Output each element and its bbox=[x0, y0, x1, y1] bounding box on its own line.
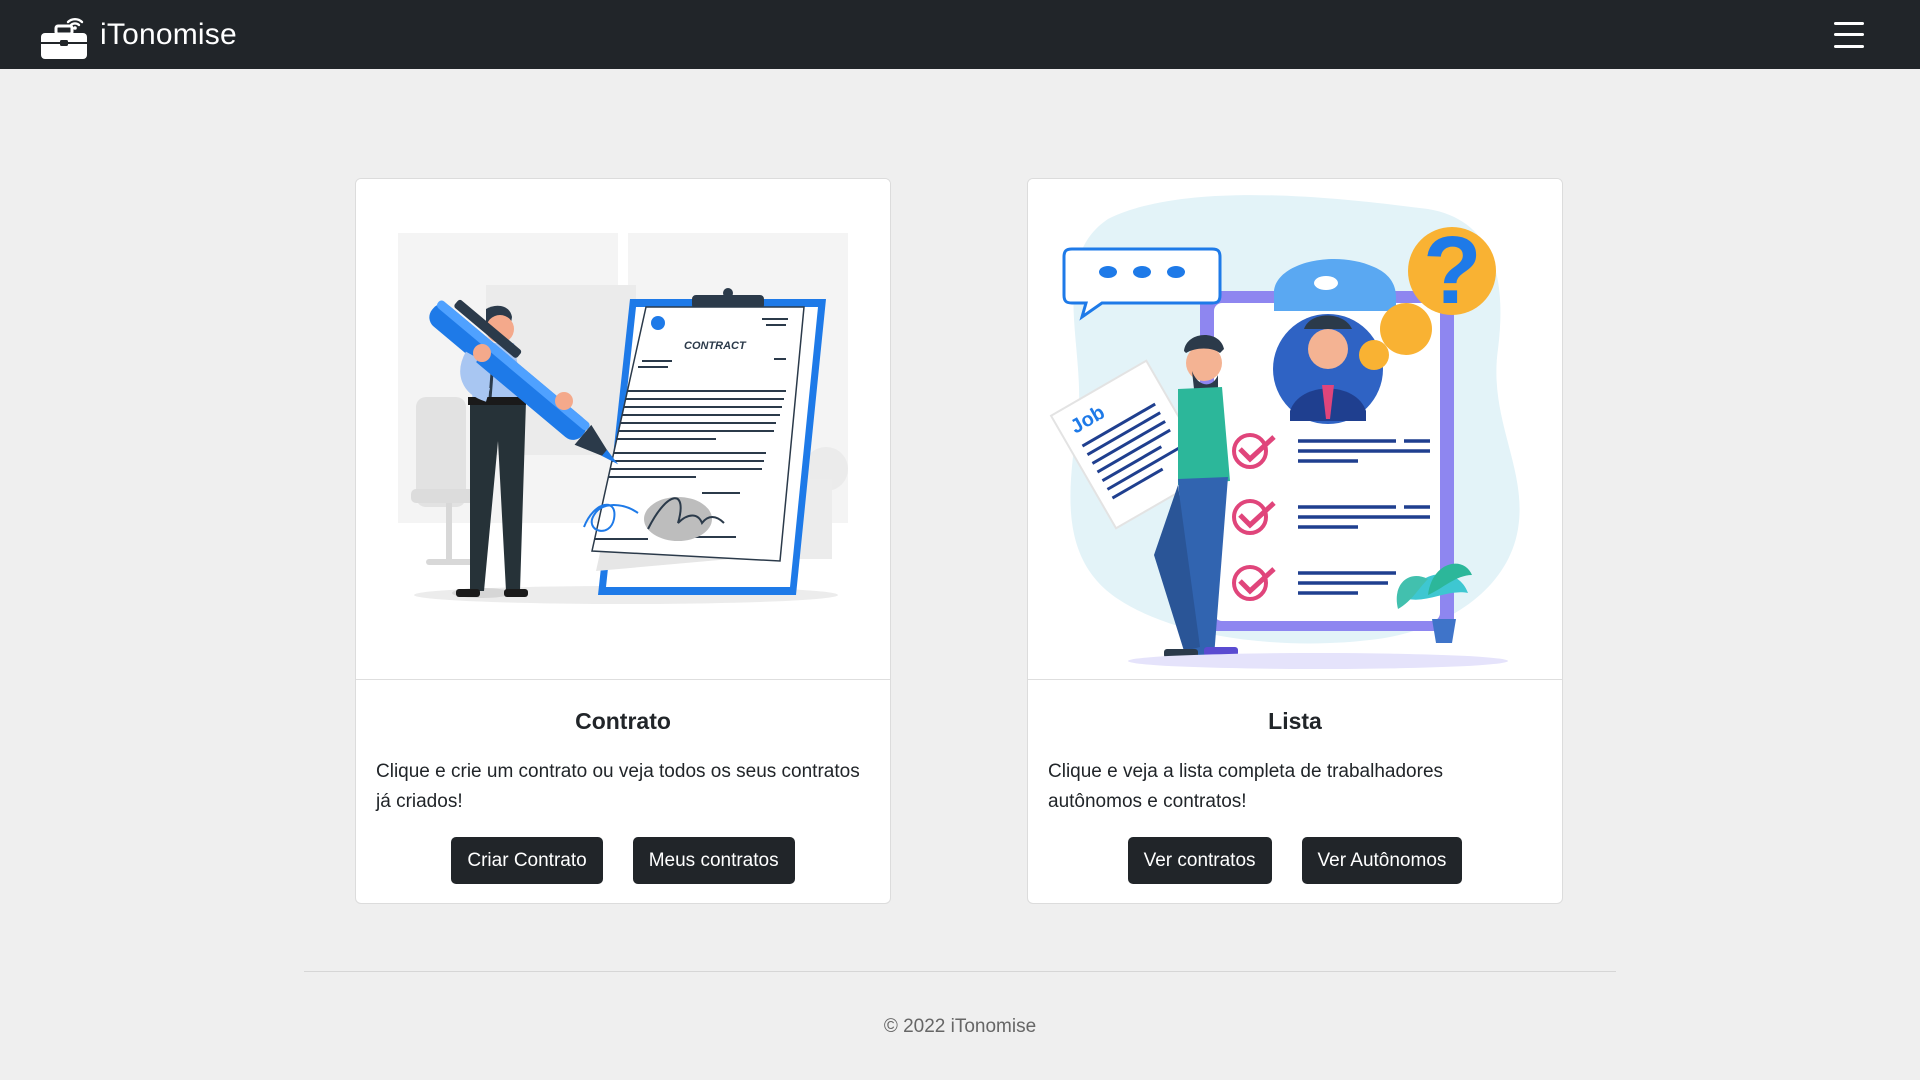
hamburger-line bbox=[1834, 44, 1864, 48]
create-contract-button[interactable]: Criar Contrato bbox=[451, 837, 603, 884]
my-contracts-button[interactable]: Meus contratos bbox=[632, 837, 795, 884]
contract-card-body: Contrato Clique e crie um contrato ou ve… bbox=[356, 680, 890, 884]
list-card-title: Lista bbox=[1268, 708, 1322, 734]
hamburger-menu-icon[interactable] bbox=[1834, 21, 1864, 48]
list-card-body: Lista Clique e veja a lista completa de … bbox=[1028, 680, 1562, 884]
question-mark-icon: ? bbox=[1423, 217, 1482, 324]
contract-heading: CONTRACT bbox=[684, 340, 747, 352]
contract-card-title: Contrato bbox=[575, 708, 671, 734]
footer-copyright: © 2022 iTonomise bbox=[883, 1016, 1037, 1037]
list-illustration: ? Job bbox=[1028, 179, 1562, 680]
hamburger-line bbox=[1834, 21, 1864, 25]
footer: © 2022 iTonomise bbox=[0, 1016, 1920, 1038]
view-freelancers-button[interactable]: Ver Autônomos bbox=[1301, 837, 1463, 884]
contract-card: CONTRACT Contrato Clique e crie um contr… bbox=[355, 178, 891, 904]
contract-card-text: Clique e crie um contrato ou veja todos … bbox=[376, 761, 860, 812]
footer-divider bbox=[304, 971, 1616, 972]
navbar: iTonomise bbox=[0, 0, 1920, 69]
list-card-text: Clique e veja a lista completa de trabal… bbox=[1048, 761, 1444, 812]
brand-name: iTonomise bbox=[100, 17, 237, 51]
contract-button-row: Criar Contrato Meus contratos bbox=[376, 837, 870, 884]
brand-link[interactable]: iTonomise bbox=[38, 10, 237, 60]
contract-illustration: CONTRACT bbox=[356, 179, 890, 680]
list-card: ? Job Lista Clique e veja a lista comple… bbox=[1027, 178, 1563, 904]
briefcase-wifi-icon bbox=[41, 17, 87, 59]
hamburger-line bbox=[1834, 33, 1864, 36]
list-button-row: Ver contratos Ver Autônomos bbox=[1048, 837, 1542, 884]
view-contracts-button[interactable]: Ver contratos bbox=[1127, 837, 1272, 884]
